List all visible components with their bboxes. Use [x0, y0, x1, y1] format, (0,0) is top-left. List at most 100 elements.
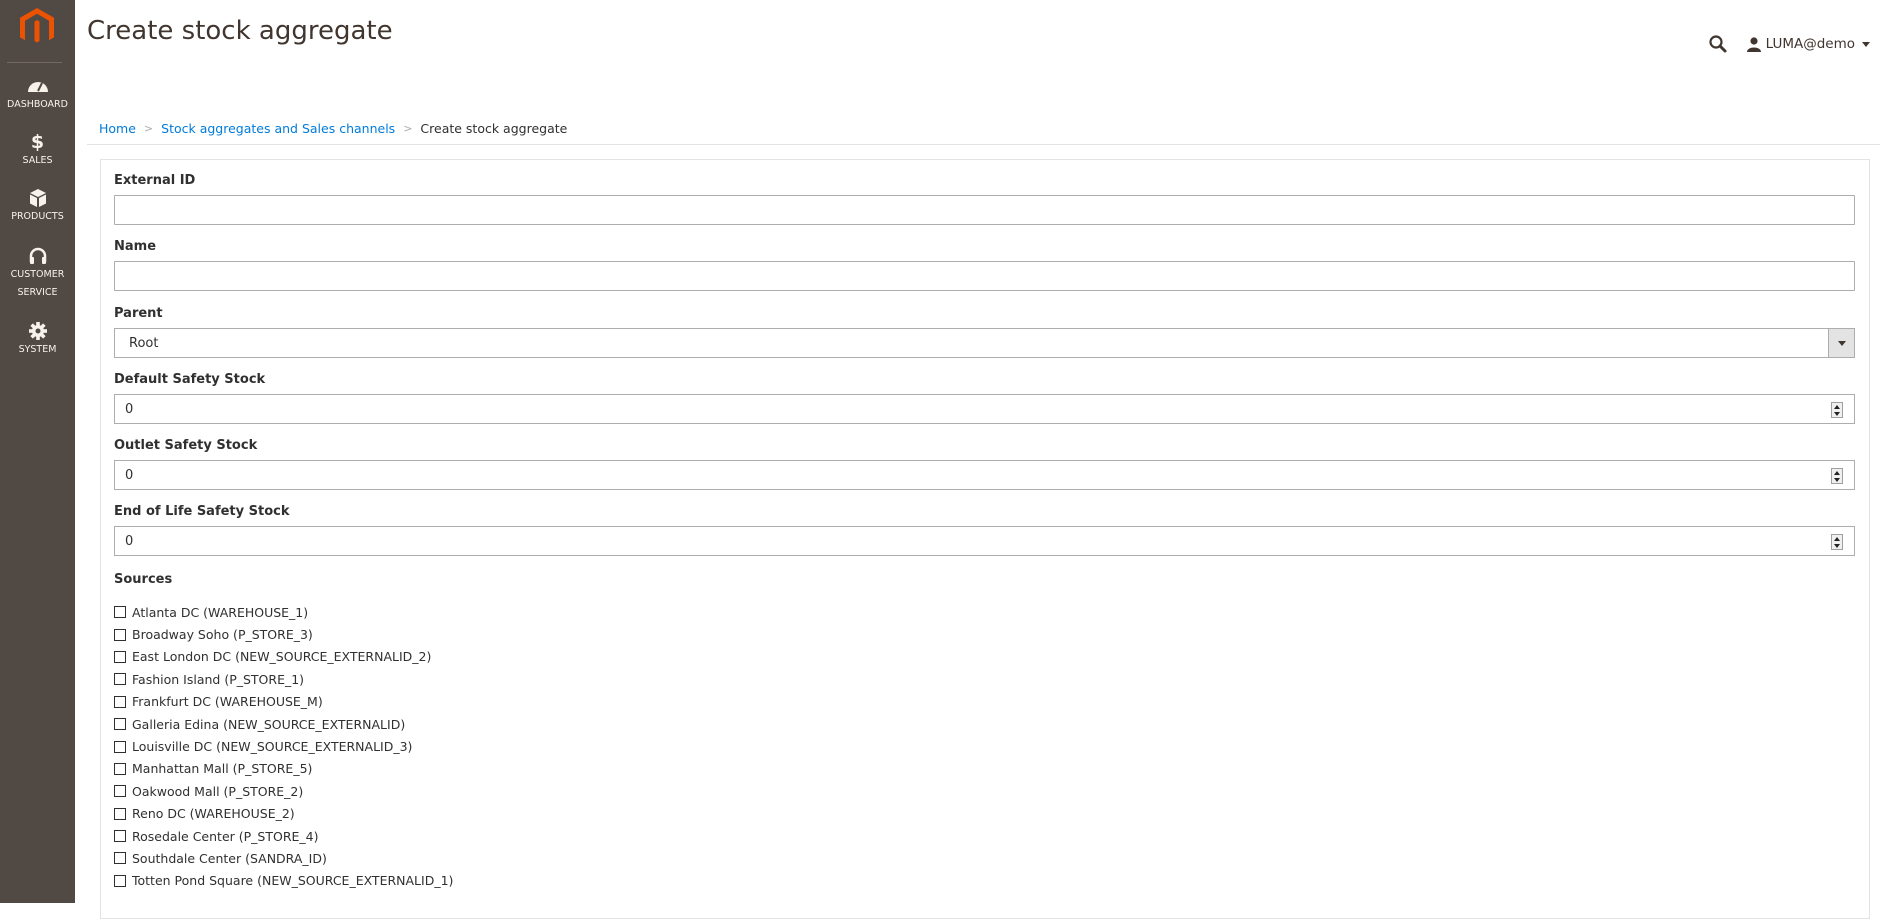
source-label: Broadway Soho (P_STORE_3) [132, 627, 313, 643]
box-icon [29, 189, 46, 207]
default-safety-stock-label: Default Safety Stock [114, 372, 266, 387]
sources-label: Sources [114, 572, 173, 587]
source-label: Oakwood Mall (P_STORE_2) [132, 783, 304, 799]
source-checkbox-item[interactable]: Southdale Center (SANDRA_ID) [114, 847, 453, 869]
breadcrumb-separator: > [143, 122, 154, 135]
spin-up-icon[interactable] [1834, 405, 1840, 409]
parent-selected-value: Root [129, 336, 159, 351]
checkbox[interactable] [114, 606, 126, 619]
eol-safety-stock-value: 0 [125, 534, 134, 549]
spin-down-icon[interactable] [1834, 412, 1840, 416]
sidebar-item-customer-service[interactable]: CUSTOMER SERVICE [0, 246, 75, 302]
sidebar-item-system[interactable]: SYSTEM [0, 321, 75, 359]
number-spinner[interactable] [1831, 468, 1843, 484]
breadcrumb-separator: > [403, 122, 413, 135]
breadcrumb-divider [87, 144, 1880, 145]
spin-up-icon[interactable] [1834, 537, 1840, 541]
source-checkbox-item[interactable]: Rosedale Center (P_STORE_4) [114, 825, 453, 847]
breadcrumb-stock-aggregates[interactable]: Stock aggregates and Sales channels [161, 121, 395, 136]
sidebar-item-dashboard[interactable]: DASHBOARD [0, 76, 75, 114]
sidebar-item-label: DASHBOARD [7, 99, 68, 110]
sidebar-item-sales[interactable]: $ SALES [0, 132, 75, 170]
number-spinner[interactable] [1831, 402, 1843, 418]
checkbox[interactable] [114, 830, 126, 843]
outlet-safety-stock-value: 0 [125, 468, 134, 483]
user-account-menu[interactable]: LUMA@demo [1746, 36, 1870, 52]
source-checkbox-item[interactable]: Reno DC (WAREHOUSE_2) [114, 803, 453, 825]
checkbox[interactable] [114, 740, 126, 753]
checkbox[interactable] [114, 650, 126, 663]
source-checkbox-item[interactable]: Totten Pond Square (NEW_SOURCE_EXTERNALI… [114, 870, 453, 892]
source-checkbox-item[interactable]: Frankfurt DC (WAREHOUSE_M) [114, 691, 453, 713]
user-icon [1746, 37, 1761, 52]
external-id-input[interactable] [114, 195, 1855, 225]
source-label: Rosedale Center (P_STORE_4) [132, 828, 319, 844]
gear-icon [28, 322, 47, 340]
chevron-down-icon[interactable] [1828, 329, 1854, 357]
name-input[interactable] [114, 261, 1855, 291]
eol-safety-stock-input[interactable]: 0 [114, 526, 1855, 556]
spin-down-icon[interactable] [1834, 478, 1840, 482]
source-label: Louisville DC (NEW_SOURCE_EXTERNALID_3) [132, 739, 413, 755]
sidebar-item-products[interactable]: PRODUCTS [0, 188, 75, 226]
sources-list: Atlanta DC (WAREHOUSE_1) Broadway Soho (P… [114, 601, 453, 892]
spin-up-icon[interactable] [1834, 471, 1840, 475]
default-safety-stock-value: 0 [125, 402, 134, 417]
source-label: Reno DC (WAREHOUSE_2) [132, 806, 295, 822]
breadcrumb-home[interactable]: Home [99, 121, 136, 136]
source-checkbox-item[interactable]: Manhattan Mall (P_STORE_5) [114, 758, 453, 780]
checkbox[interactable] [114, 628, 126, 641]
sidebar-item-label: PRODUCTS [11, 211, 64, 222]
checkbox[interactable] [114, 874, 126, 887]
sidebar-item-label-line2: SERVICE [17, 287, 58, 298]
breadcrumb: Home > Stock aggregates and Sales channe… [99, 121, 567, 136]
source-checkbox-item[interactable]: Oakwood Mall (P_STORE_2) [114, 780, 453, 802]
source-label: East London DC (NEW_SOURCE_EXTERNALID_2) [132, 649, 432, 665]
source-checkbox-item[interactable]: Fashion Island (P_STORE_1) [114, 668, 453, 690]
source-checkbox-item[interactable]: Atlanta DC (WAREHOUSE_1) [114, 601, 453, 623]
checkbox[interactable] [114, 762, 126, 775]
sidebar-item-label: SYSTEM [18, 344, 57, 355]
sidebar-item-label: SALES [22, 155, 53, 166]
checkbox[interactable] [114, 807, 126, 820]
magento-logo[interactable] [20, 8, 54, 44]
source-checkbox-item[interactable]: East London DC (NEW_SOURCE_EXTERNALID_2) [114, 646, 453, 668]
source-label: Manhattan Mall (P_STORE_5) [132, 761, 313, 777]
admin-sidebar: DASHBOARD $ SALES PRODUCTS CUSTOMER SERV… [0, 0, 75, 903]
source-checkbox-item[interactable]: Broadway Soho (P_STORE_3) [114, 623, 453, 645]
user-name: LUMA@demo [1765, 36, 1855, 52]
header-actions: LUMA@demo [1708, 34, 1870, 54]
main-content: Create stock aggregate LUMA@demo Home > … [75, 0, 1880, 919]
checkbox[interactable] [114, 785, 126, 798]
sidebar-divider [7, 62, 62, 63]
breadcrumb-current: Create stock aggregate [420, 121, 568, 136]
sidebar-item-label: CUSTOMER [10, 269, 65, 280]
outlet-safety-stock-input[interactable]: 0 [114, 460, 1855, 490]
search-icon[interactable] [1708, 34, 1728, 54]
source-label: Atlanta DC (WAREHOUSE_1) [132, 604, 309, 620]
default-safety-stock-input[interactable]: 0 [114, 394, 1855, 424]
name-label: Name [114, 239, 157, 254]
outlet-safety-stock-label: Outlet Safety Stock [114, 438, 258, 453]
parent-select[interactable]: Root [114, 328, 1855, 358]
checkbox[interactable] [114, 852, 126, 865]
source-label: Southdale Center (SANDRA_ID) [132, 850, 327, 866]
source-label: Frankfurt DC (WAREHOUSE_M) [132, 694, 323, 710]
headset-icon [29, 247, 46, 264]
checkbox[interactable] [114, 673, 126, 686]
checkbox[interactable] [114, 695, 126, 708]
eol-safety-stock-label: End of Life Safety Stock [114, 504, 290, 519]
source-checkbox-item[interactable]: Galleria Edina (NEW_SOURCE_EXTERNALID) [114, 713, 453, 735]
source-label: Galleria Edina (NEW_SOURCE_EXTERNALID) [132, 716, 406, 732]
spin-down-icon[interactable] [1834, 544, 1840, 548]
source-label: Fashion Island (P_STORE_1) [132, 671, 305, 687]
dashboard-icon [27, 82, 48, 92]
chevron-down-icon [1862, 41, 1870, 47]
parent-label: Parent [114, 306, 163, 321]
number-spinner[interactable] [1831, 534, 1843, 550]
dollar-icon: $ [30, 131, 45, 153]
checkbox[interactable] [114, 718, 126, 731]
stock-aggregate-form: External ID Name Parent Root Default Saf… [100, 159, 1870, 919]
source-checkbox-item[interactable]: Louisville DC (NEW_SOURCE_EXTERNALID_3) [114, 735, 453, 757]
page-title: Create stock aggregate [87, 16, 393, 46]
